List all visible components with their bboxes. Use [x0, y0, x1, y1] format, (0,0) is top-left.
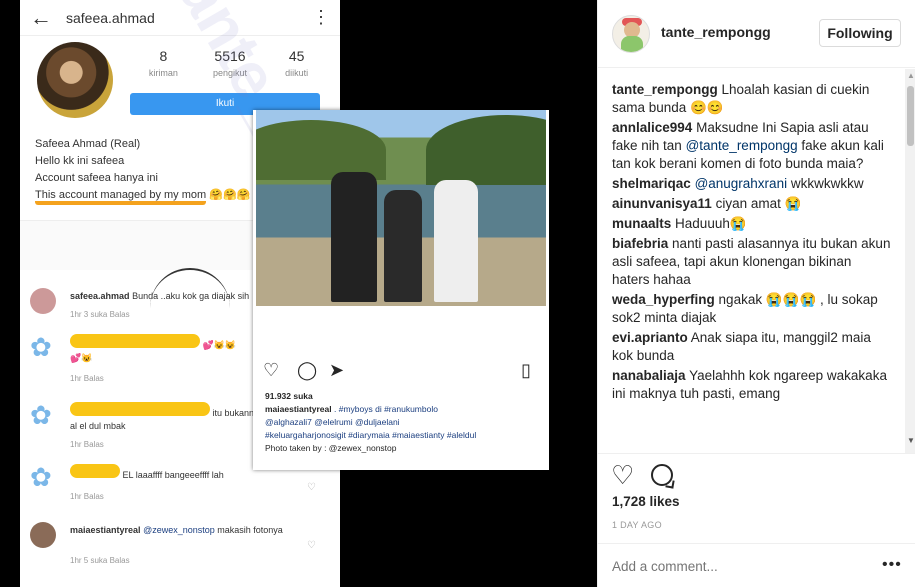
comment-username[interactable]: tante_rempongg — [612, 82, 718, 97]
send-icon: ➤ — [329, 360, 345, 380]
comment-text: ciyan amat 😭 — [715, 196, 802, 211]
avatar — [30, 522, 56, 548]
screenshot-bio: Safeea Ahmad (Real) Hello kk ini safeea … — [35, 136, 251, 205]
comment-username[interactable]: munaalts — [612, 216, 671, 231]
comment-text: wkkwkwkkw — [790, 176, 864, 191]
back-arrow-icon: ← — [30, 4, 52, 30]
post-side-panel: tante_rempongg Following tante_rempongg … — [597, 0, 915, 587]
heart-icon[interactable]: ♡ — [611, 460, 634, 491]
highlight-redaction — [70, 402, 210, 416]
comment-mention[interactable]: @anugrahxrani — [695, 176, 788, 191]
comment-username[interactable]: weda_hyperfing — [612, 292, 715, 307]
comment-username[interactable]: biafebria — [612, 236, 668, 251]
comment-item: ainunvanisya11 ciyan amat 😭 — [612, 195, 892, 213]
post-actions: ♡ 1,728 likes 1 DAY AGO — [598, 453, 915, 543]
flower-avatar-icon: ✿ — [30, 400, 52, 430]
comment-item: biafebria nanti pasti alasannya itu buka… — [612, 235, 892, 289]
comment-username[interactable]: evi.aprianto — [612, 330, 688, 345]
instagram-post-window: ← safeea.ahmad ⋮ 8 kiriman 5516 pengikut 4… — [0, 0, 915, 587]
heart-icon: ♡ — [263, 360, 280, 380]
bookmark-icon: ▯ — [521, 360, 531, 380]
comment-icon: ◯ — [297, 360, 318, 380]
comment-item: nanabaliaja Yaelahhh kok ngareep wakakak… — [612, 367, 892, 403]
post-username[interactable]: tante_rempongg — [661, 24, 771, 40]
scroll-up-icon[interactable]: ▲ — [907, 71, 915, 80]
following-button[interactable]: Following — [819, 19, 901, 47]
comment-list: tante_rempongg Lhoalah kasian di cuekin … — [612, 81, 892, 405]
comment-username[interactable]: shelmariqac — [612, 176, 691, 191]
heart-icon: ♡ — [307, 540, 316, 551]
post-image[interactable]: ← safeea.ahmad ⋮ 8 kiriman 5516 pengikut 4… — [0, 0, 597, 587]
post-timestamp: 1 DAY AGO — [612, 520, 662, 530]
flower-avatar-icon: ✿ — [30, 462, 52, 492]
kebab-menu-icon: ⋮ — [312, 7, 330, 27]
highlight-redaction — [70, 334, 200, 348]
comment-item: tante_rempongg Lhoalah kasian di cuekin … — [612, 81, 892, 117]
heart-icon: ♡ — [307, 482, 316, 493]
comment-item: evi.aprianto Anak siapa itu, manggil2 ma… — [612, 329, 892, 365]
avatar[interactable] — [612, 15, 650, 53]
emoji-icon: 🤗🤗🤗 — [209, 189, 251, 201]
flower-avatar-icon: ✿ — [30, 332, 52, 362]
lake-photo — [256, 110, 546, 306]
more-horizontal-icon[interactable]: ••• — [882, 556, 902, 574]
comment-icon[interactable] — [651, 464, 673, 486]
comment-item: munaalts Haduuuh😭 — [612, 215, 892, 233]
avatar — [30, 288, 56, 314]
card-caption: 91.932 suka maiaestiantyreal . #myboys d… — [265, 391, 477, 453]
likes-count[interactable]: 1,728 likes — [612, 494, 680, 509]
comment-item: weda_hyperfing ngakak 😭😭😭 , lu sokap sok… — [612, 291, 892, 327]
comment-username[interactable]: nanabaliaja — [612, 368, 686, 383]
add-comment-bar: ••• — [598, 543, 915, 587]
scrollbar-thumb[interactable] — [907, 86, 914, 146]
comment-mention[interactable]: @tante_rempongg — [686, 138, 798, 153]
comment-username[interactable]: ainunvanisya11 — [612, 196, 712, 211]
comment-text: Haduuuh😭 — [675, 216, 747, 231]
stat-posts: 8 kiriman — [148, 48, 178, 78]
comment-username[interactable]: annlalice994 — [612, 120, 692, 135]
comment-item: annlalice994 Maksudne Ini Sapia asli ata… — [612, 119, 892, 173]
scroll-down-icon[interactable]: ▼ — [907, 436, 915, 445]
screenshot-post-card: ♡ ◯ ➤ ▯ 91.932 suka maiaestiantyreal . #… — [253, 110, 549, 470]
scrollbar[interactable]: ▲ ▼ — [905, 69, 915, 453]
comments-section[interactable]: tante_rempongg Lhoalah kasian di cuekin … — [598, 69, 915, 453]
highlight-redaction — [70, 464, 120, 478]
screenshot-avatar — [37, 42, 113, 118]
comment-item: shelmariqac @anugrahxrani wkkwkwkkw — [612, 175, 892, 193]
post-header: tante_rempongg Following — [598, 0, 915, 68]
card-actions: ♡ ◯ ➤ ▯ — [263, 360, 539, 384]
comment-input[interactable] — [612, 556, 862, 576]
